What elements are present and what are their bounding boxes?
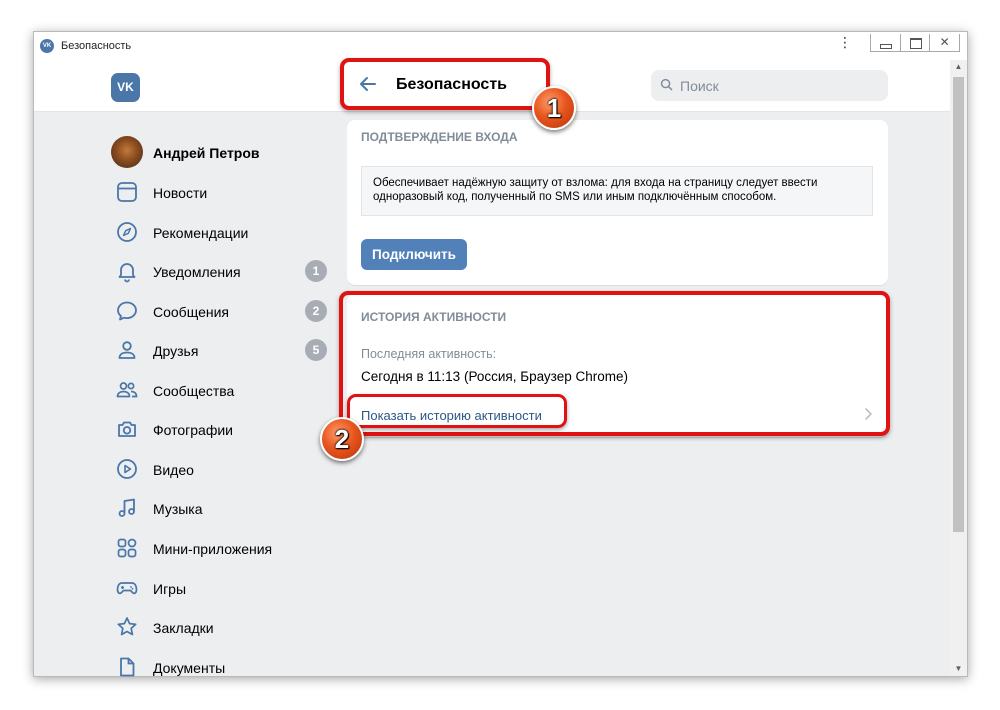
notification-badge: 5	[305, 339, 327, 361]
scroll-down-arrow-icon[interactable]: ▼	[950, 662, 967, 676]
user-icon	[118, 341, 136, 359]
title-bar: VK Безопасность ⋮ ✕	[34, 32, 967, 60]
close-button[interactable]: ✕	[930, 34, 959, 51]
highlight-frame-title	[340, 58, 550, 110]
sidebar-item-label: Сообщения	[153, 304, 229, 320]
sidebar-item-label: Уведомления	[153, 264, 241, 280]
sidebar-item-mini-apps[interactable]: Мини-приложения	[109, 530, 334, 566]
connect-button[interactable]: Подключить	[361, 239, 467, 270]
sidebar-item-bookmarks[interactable]: Закладки	[109, 609, 334, 645]
sidebar-item-photos[interactable]: Фотографии	[109, 411, 334, 447]
compass-icon	[117, 222, 137, 242]
sidebar-item-label: Рекомендации	[153, 225, 249, 241]
music-note-icon	[118, 498, 135, 517]
sidebar-item-friends[interactable]: Друзья 5	[109, 332, 334, 368]
info-box: Обеспечивает надёжную защиту от взлома: …	[361, 166, 873, 216]
maximize-button[interactable]	[901, 34, 931, 51]
sidebar-item-label: Документы	[153, 660, 226, 676]
sidebar-item-communities[interactable]: Сообщества	[109, 372, 334, 408]
minimize-button[interactable]	[871, 34, 901, 51]
more-options-icon[interactable]: ⋮	[838, 35, 852, 54]
search-icon	[660, 78, 673, 91]
window-controls: ✕	[870, 34, 960, 52]
sidebar-item-label: Друзья	[153, 343, 199, 359]
description-line: Обеспечивает надёжную защиту от взлома: …	[373, 177, 818, 189]
sidebar-item-label: Видео	[153, 462, 194, 478]
play-circle-icon	[117, 459, 137, 479]
notification-badge: 1	[305, 260, 327, 282]
sidebar-item-recommendations[interactable]: Рекомендации	[109, 214, 334, 250]
vk-logo[interactable]: VK	[111, 73, 140, 102]
scrollbar-thumb[interactable]	[953, 77, 964, 532]
sidebar-item-messages[interactable]: Сообщения 2	[109, 293, 334, 329]
sidebar-item-games[interactable]: Игры	[109, 570, 334, 606]
grid-apps-icon	[117, 538, 137, 558]
newspaper-icon	[117, 182, 137, 202]
bell-icon	[118, 263, 136, 283]
sidebar-item-documents[interactable]: Документы	[109, 649, 334, 685]
group-icon	[116, 382, 138, 398]
scroll-up-arrow-icon[interactable]: ▲	[950, 60, 967, 74]
sidebar-item-label: Игры	[153, 581, 187, 597]
sidebar-item-label: Сообщества	[153, 383, 235, 399]
star-icon	[117, 617, 137, 636]
sidebar-item-label: Новости	[153, 185, 208, 201]
highlight-frame-link	[347, 394, 567, 428]
sidebar-item-label: Музыка	[153, 501, 203, 517]
message-bubble-icon	[117, 301, 137, 321]
sidebar-item-music[interactable]: Музыка	[109, 490, 334, 526]
step-marker-2: 2	[320, 417, 364, 461]
vk-app-icon: VK	[40, 39, 54, 53]
vertical-scrollbar[interactable]: ▲ ▼	[950, 60, 967, 676]
section-title: ПОДТВЕРЖДЕНИЕ ВХОДА	[361, 130, 518, 144]
document-icon	[120, 657, 135, 677]
avatar[interactable]	[111, 136, 143, 168]
sidebar-item-label: Закладки	[153, 620, 214, 636]
sidebar-item-profile[interactable]: Андрей Петров	[109, 134, 334, 170]
window-title: Безопасность	[61, 40, 132, 52]
search-input[interactable]	[680, 76, 880, 96]
camera-icon	[118, 421, 136, 437]
gamepad-icon	[116, 582, 138, 595]
search-box[interactable]	[651, 70, 888, 101]
login-confirmation-card: ПОДТВЕРЖДЕНИЕ ВХОДА Обеспечивает надёжну…	[347, 120, 888, 285]
notification-badge: 2	[305, 300, 327, 322]
description-line: одноразовый код, полученный по SMS или и…	[373, 191, 777, 203]
user-name: Андрей Петров	[153, 145, 260, 161]
sidebar-item-video[interactable]: Видео	[109, 451, 334, 487]
sidebar-item-notifications[interactable]: Уведомления 1	[109, 253, 334, 289]
step-marker-1: 1	[532, 86, 576, 130]
sidebar-item-label: Фотографии	[153, 422, 234, 438]
sidebar-item-news[interactable]: Новости	[109, 174, 334, 210]
sidebar-item-label: Мини-приложения	[153, 541, 273, 557]
